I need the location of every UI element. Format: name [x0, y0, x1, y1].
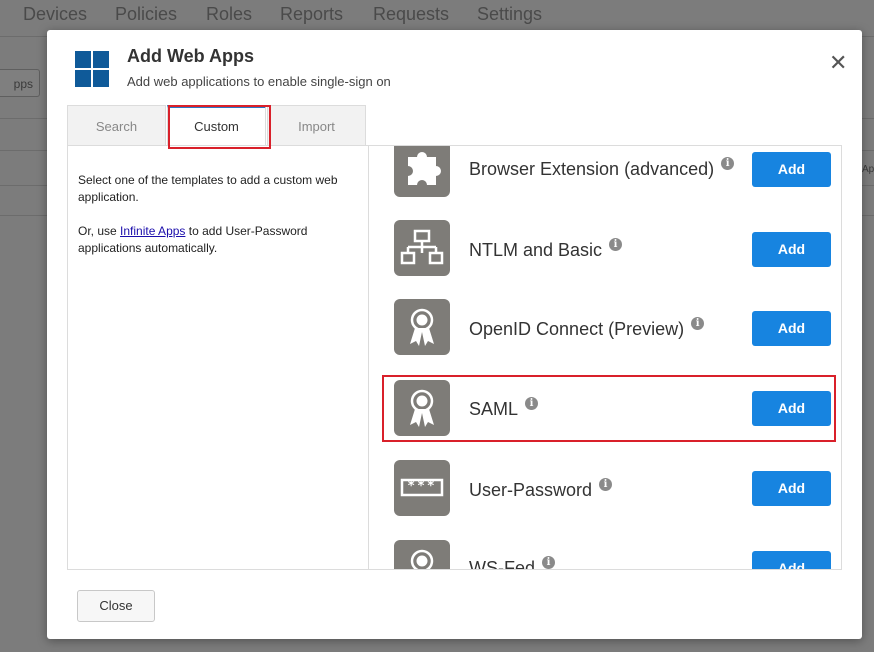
template-row-ws-fed: WS-Fed i Add	[369, 540, 841, 569]
info-icon[interactable]: i	[609, 238, 623, 251]
template-row-browser-extension: Browser Extension (advanced) i Add	[369, 146, 841, 226]
info-icon[interactable]: i	[721, 157, 735, 170]
add-web-apps-dialog: Add Web Apps Add web applications to ena…	[47, 30, 862, 639]
template-name: SAML i	[469, 397, 539, 420]
background-apps-button: pps	[0, 69, 40, 97]
template-name: Browser Extension (advanced) i	[469, 157, 735, 180]
dialog-subtitle: Add web applications to enable single-si…	[127, 74, 391, 89]
nav-settings: Settings	[477, 4, 543, 24]
template-name: User-Password i	[469, 478, 613, 501]
password-mask: ***	[407, 479, 437, 494]
windows-logo-icon	[75, 51, 109, 87]
instructions-alt-text: Or, use Infinite Apps to add User-Passwo…	[78, 224, 308, 255]
tab-bar: Search Custom Import	[67, 105, 366, 145]
template-name: OpenID Connect (Preview) i	[469, 317, 705, 340]
close-button[interactable]: Close	[77, 590, 155, 622]
template-row-saml: SAML i Add	[369, 380, 841, 466]
add-ntlm-button[interactable]: Add	[752, 232, 831, 267]
nav-devices: Devices	[23, 4, 88, 24]
add-saml-button[interactable]: Add	[752, 391, 831, 426]
ribbon-icon	[394, 299, 450, 355]
instructions-text: Select one of the templates to add a cus…	[78, 173, 338, 204]
add-ws-fed-button[interactable]: Add	[752, 551, 831, 569]
ribbon-icon	[394, 540, 450, 569]
info-icon[interactable]: i	[599, 478, 613, 491]
puzzle-icon	[394, 146, 450, 197]
template-row-user-password: *** User-Password i Add	[369, 460, 841, 546]
add-browser-extension-button[interactable]: Add	[752, 152, 831, 187]
tab-custom[interactable]: Custom	[167, 105, 266, 145]
nav-reports: Reports	[280, 4, 344, 24]
tab-search[interactable]: Search	[67, 105, 166, 145]
background-cut-text: Ap	[862, 164, 874, 175]
template-name: NTLM and Basic i	[469, 238, 623, 261]
info-icon[interactable]: i	[691, 317, 705, 330]
infinite-apps-link[interactable]: Infinite Apps	[120, 224, 185, 238]
nav-requests: Requests	[373, 4, 450, 24]
close-icon[interactable]: ✕	[829, 52, 847, 74]
nav-roles: Roles	[206, 4, 253, 24]
add-openid-button[interactable]: Add	[752, 311, 831, 346]
template-list[interactable]: Browser Extension (advanced) i Add NTLM a…	[369, 146, 841, 569]
password-icon: ***	[394, 460, 450, 516]
tab-panel: Select one of the templates to add a cus…	[67, 145, 842, 570]
tab-import[interactable]: Import	[267, 105, 366, 145]
template-row-ntlm: NTLM and Basic i Add	[369, 220, 841, 306]
nav-policies: Policies	[115, 4, 178, 24]
info-icon[interactable]: i	[525, 397, 539, 410]
dialog-title: Add Web Apps	[127, 46, 254, 66]
template-name: WS-Fed i	[469, 556, 556, 569]
info-icon[interactable]: i	[542, 556, 556, 569]
add-user-password-button[interactable]: Add	[752, 471, 831, 506]
instructions-panel: Select one of the templates to add a cus…	[68, 146, 369, 569]
ribbon-icon	[394, 380, 450, 436]
network-icon	[394, 220, 450, 276]
template-row-openid: OpenID Connect (Preview) i Add	[369, 299, 841, 386]
